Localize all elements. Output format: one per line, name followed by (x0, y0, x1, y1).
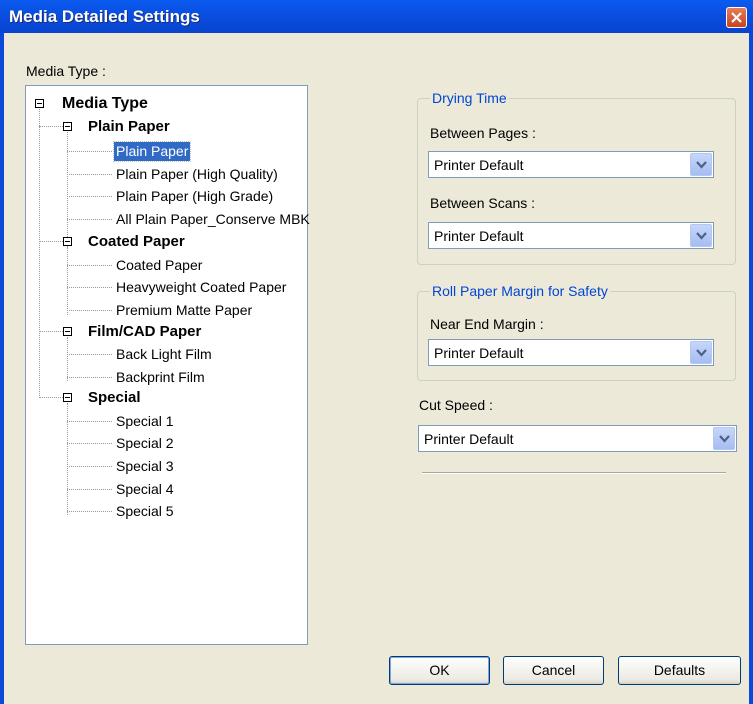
tree-item[interactable]: Special 1 (116, 412, 174, 431)
separator (422, 472, 726, 474)
dropdown-button[interactable] (690, 341, 712, 364)
near-end-margin-value: Printer Default (434, 345, 524, 361)
tree-item[interactable]: Backprint Film (116, 368, 205, 387)
between-pages-value: Printer Default (434, 157, 524, 173)
tree-item[interactable]: Back Light Film (116, 345, 212, 364)
tree-item[interactable]: Special 2 (116, 434, 174, 453)
tree-item[interactable]: Premium Matte Paper (116, 301, 252, 320)
tree-item[interactable]: Heavyweight Coated Paper (116, 278, 286, 297)
media-type-tree[interactable]: Media Type Plain Paper Plain Paper Plain… (25, 85, 310, 645)
collapse-icon[interactable] (63, 393, 72, 402)
ok-button[interactable]: OK (389, 656, 490, 685)
tree-group-film-cad-paper[interactable]: Film/CAD Paper (88, 322, 201, 341)
roll-paper-margin-group (417, 291, 736, 381)
tree-group-special[interactable]: Special (88, 388, 141, 407)
collapse-icon[interactable] (63, 122, 72, 131)
near-end-margin-label: Near End Margin : (430, 316, 544, 332)
dropdown-button[interactable] (690, 153, 712, 176)
roll-paper-margin-legend: Roll Paper Margin for Safety (430, 283, 610, 299)
between-pages-dropdown[interactable]: Printer Default (428, 151, 714, 178)
between-scans-value: Printer Default (434, 228, 524, 244)
between-scans-dropdown[interactable]: Printer Default (428, 222, 714, 249)
title-bar[interactable]: Media Detailed Settings (0, 0, 753, 33)
tree-root[interactable]: Media Type (62, 94, 148, 113)
tree-item[interactable]: Special 3 (116, 457, 174, 476)
tree-item-selected[interactable]: Plain Paper (112, 141, 192, 162)
defaults-button[interactable]: Defaults (618, 656, 741, 685)
tree-item[interactable]: Special 5 (116, 502, 174, 521)
dialog-window: Media Detailed Settings Media Type : Med… (0, 0, 753, 704)
chevron-down-icon (696, 161, 707, 169)
chevron-down-icon (696, 232, 707, 240)
tree-item[interactable]: Coated Paper (116, 256, 202, 275)
collapse-icon[interactable] (35, 99, 44, 108)
between-scans-label: Between Scans : (430, 195, 536, 211)
window-title: Media Detailed Settings (9, 7, 200, 26)
tree-item[interactable]: Plain Paper (High Grade) (116, 187, 273, 206)
cancel-button[interactable]: Cancel (503, 656, 604, 685)
media-type-label: Media Type : (26, 63, 106, 79)
drying-time-legend: Drying Time (430, 90, 509, 106)
chevron-down-icon (696, 349, 707, 357)
tree-item[interactable]: Special 4 (116, 480, 174, 499)
dropdown-button[interactable] (713, 427, 735, 450)
chevron-down-icon (719, 435, 730, 443)
cut-speed-value: Printer Default (424, 431, 514, 447)
close-button[interactable] (726, 7, 747, 28)
cut-speed-dropdown[interactable]: Printer Default (418, 425, 737, 452)
tree-item[interactable]: All Plain Paper_Conserve MBK (116, 210, 310, 229)
tree-group-coated-paper[interactable]: Coated Paper (88, 232, 185, 251)
collapse-icon[interactable] (63, 327, 72, 336)
between-pages-label: Between Pages : (430, 125, 536, 141)
collapse-icon[interactable] (63, 237, 72, 246)
cut-speed-label: Cut Speed : (419, 397, 493, 413)
near-end-margin-dropdown[interactable]: Printer Default (428, 339, 714, 366)
tree-item[interactable]: Plain Paper (High Quality) (116, 165, 278, 184)
tree-group-plain-paper[interactable]: Plain Paper (88, 117, 170, 136)
close-icon (731, 12, 742, 23)
dropdown-button[interactable] (690, 224, 712, 247)
